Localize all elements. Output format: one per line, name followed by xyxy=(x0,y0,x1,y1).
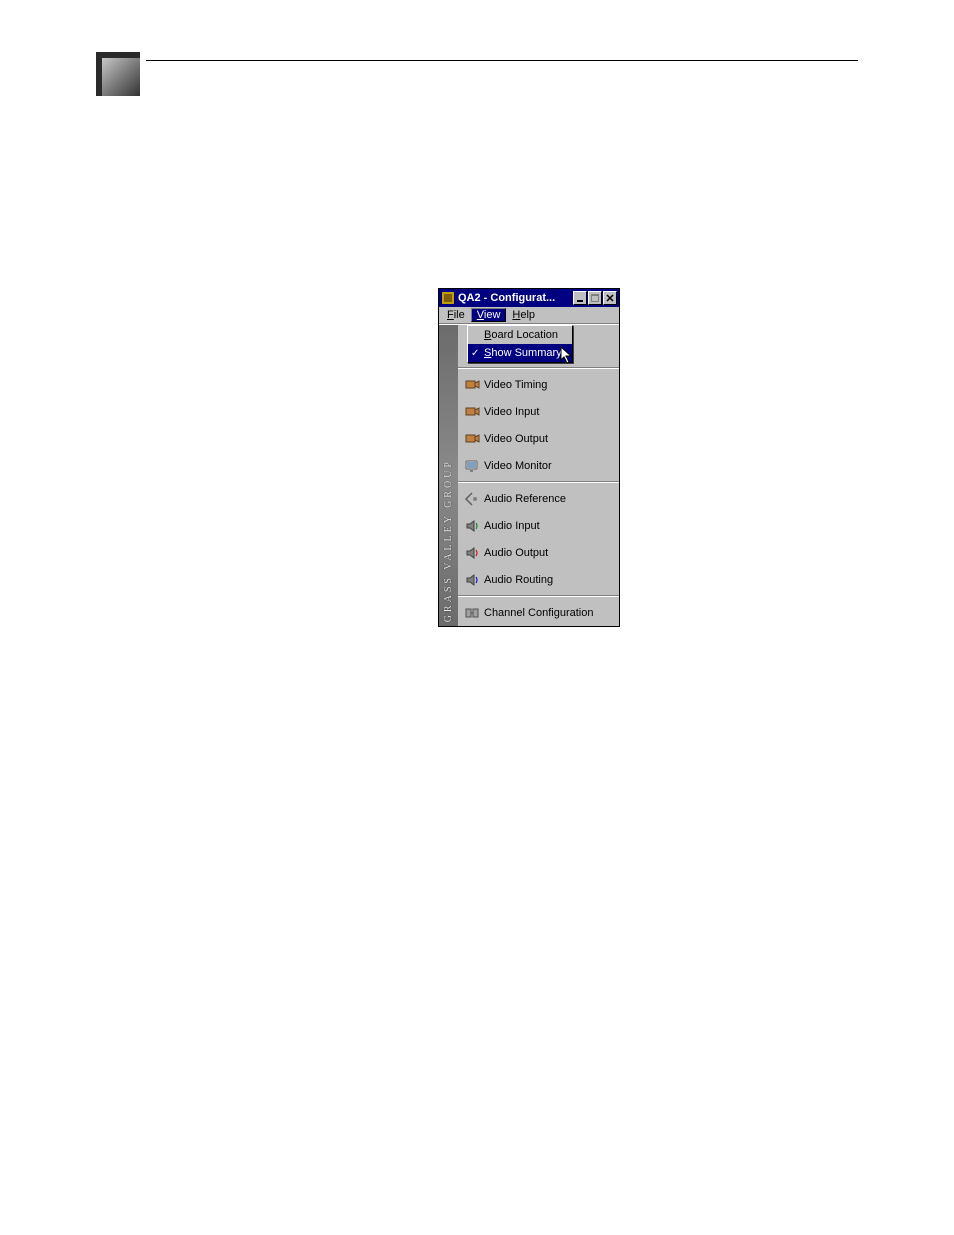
nav-audio-output[interactable]: Audio Output xyxy=(458,539,619,566)
close-button[interactable] xyxy=(603,291,617,305)
menu-item-show-summary[interactable]: ✓ Show Summary xyxy=(468,344,572,362)
audio-output-icon xyxy=(464,545,480,561)
check-icon: ✓ xyxy=(471,348,479,359)
menu-view[interactable]: View xyxy=(471,308,507,322)
nav-label: Video Timing xyxy=(484,379,547,391)
nav-audio-reference[interactable]: Audio Reference xyxy=(458,485,619,512)
nav-video-output[interactable]: Video Output xyxy=(458,425,619,452)
video-input-icon xyxy=(464,404,480,420)
nav-video-monitor[interactable]: Video Monitor xyxy=(458,452,619,479)
audio-routing-icon xyxy=(464,572,480,588)
nav-list: Board Location ✓ Show Summary xyxy=(458,325,619,626)
nav-label: Audio Output xyxy=(484,547,548,559)
nav-label: Audio Reference xyxy=(484,493,566,505)
menu-file[interactable]: File xyxy=(441,308,471,322)
nav-label: Video Input xyxy=(484,406,539,418)
app-icon xyxy=(441,291,455,305)
titlebar-buttons xyxy=(573,291,617,305)
nav-label: Channel Configuration xyxy=(484,607,593,619)
nav-channel-configuration[interactable]: Channel Configuration xyxy=(458,599,619,626)
channel-config-icon xyxy=(464,605,480,621)
video-monitor-icon xyxy=(464,458,480,474)
nav-video-input[interactable]: Video Input xyxy=(458,398,619,425)
separator xyxy=(458,595,619,597)
nav-audio-routing[interactable]: Audio Routing xyxy=(458,566,619,593)
brand-strip: GRASS VALLEY GROUP xyxy=(439,325,458,626)
menubar: File View Help xyxy=(439,307,619,324)
video-timing-icon xyxy=(464,377,480,393)
nav-audio-input[interactable]: Audio Input xyxy=(458,512,619,539)
page: QA2 - Configurat... File View Help xyxy=(0,0,954,1235)
minimize-button[interactable] xyxy=(573,291,587,305)
nav-label: Video Monitor xyxy=(484,460,552,472)
nav-label: Audio Input xyxy=(484,520,540,532)
view-dropdown: Board Location ✓ Show Summary xyxy=(467,325,573,363)
audio-input-icon xyxy=(464,518,480,534)
window-title: QA2 - Configurat... xyxy=(458,292,573,304)
menu-help[interactable]: Help xyxy=(506,308,541,322)
audio-reference-icon xyxy=(464,491,480,507)
maximize-button[interactable] xyxy=(588,291,602,305)
menu-item-board-location[interactable]: Board Location xyxy=(468,326,572,344)
window-body: GRASS VALLEY GROUP Board Location ✓ Show… xyxy=(439,324,619,626)
separator xyxy=(458,367,619,369)
titlebar[interactable]: QA2 - Configurat... xyxy=(439,289,619,307)
nav-label: Video Output xyxy=(484,433,548,445)
separator xyxy=(458,481,619,483)
app-window: QA2 - Configurat... File View Help xyxy=(438,288,620,627)
brand-strip-text: GRASS VALLEY GROUP xyxy=(443,459,454,622)
nav-label: Audio Routing xyxy=(484,574,553,586)
header-logo xyxy=(96,52,140,96)
nav-video-timing[interactable]: Video Timing xyxy=(458,371,619,398)
cursor-icon xyxy=(560,346,576,366)
header-rule xyxy=(146,60,858,61)
video-output-icon xyxy=(464,431,480,447)
